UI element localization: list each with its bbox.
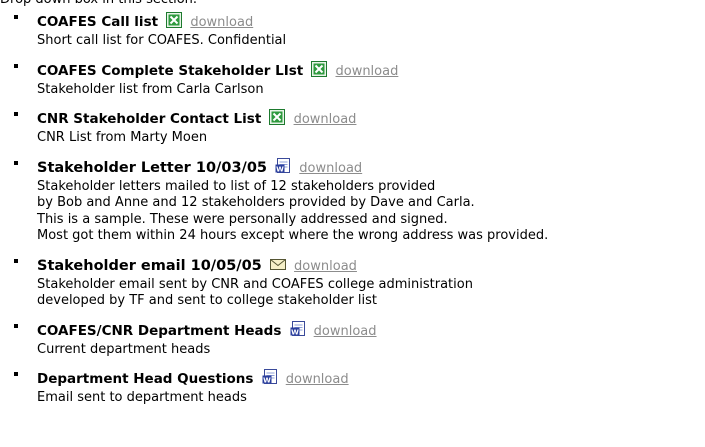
list-item: Stakeholder email 10/05/05 download Stak… (0, 256, 705, 310)
download-link[interactable]: download (286, 372, 349, 387)
list-item: Department Head Questions W download Ema… (0, 369, 705, 407)
file-description: developed by TF and sent to college stak… (37, 293, 378, 308)
file-title: Stakeholder email 10/05/05 (37, 257, 262, 274)
download-link[interactable]: download (335, 64, 398, 79)
list-item: CNR Stakeholder Contact List download CN… (0, 109, 705, 147)
file-description: by Bob and Anne and 12 stakeholders prov… (37, 195, 475, 210)
bullet-icon (14, 372, 18, 376)
file-title: COAFES Call list (37, 14, 159, 30)
svg-text:W: W (263, 377, 271, 385)
file-description: Most got them within 24 hours except whe… (37, 228, 549, 243)
bullet-icon (14, 112, 18, 116)
excel-icon[interactable] (166, 12, 183, 28)
file-title: COAFES/CNR Department Heads (37, 322, 282, 339)
intro-text: Drop down box in this section. (0, 0, 197, 8)
file-description: CNR List from Marty Moen (37, 130, 208, 145)
file-description: Stakeholder list from Carla Carlson (37, 81, 264, 97)
bullet-icon (14, 323, 18, 328)
file-description: Email sent to department heads (37, 390, 247, 405)
email-icon[interactable] (269, 256, 286, 272)
download-link[interactable]: download (294, 112, 357, 127)
download-link[interactable]: download (299, 161, 362, 176)
excel-icon[interactable] (269, 109, 286, 125)
list-item: Stakeholder Letter 10/03/05 W download S… (0, 157, 705, 245)
file-description: Short call list for COAFES. Confidential (37, 33, 287, 48)
file-description: Stakeholder email sent by CNR and COAFES… (37, 276, 473, 292)
download-link[interactable]: download (294, 259, 357, 274)
file-description: Current department heads (37, 341, 211, 357)
bullet-icon (14, 63, 18, 68)
bullet-icon (14, 258, 18, 263)
list-item: COAFES Call list download Short call lis… (0, 12, 705, 50)
file-description: Stakeholder letters mailed to list of 12… (37, 178, 436, 194)
file-description: This is a sample. These were personally … (37, 211, 448, 227)
file-title: CNR Stakeholder Contact List (37, 111, 262, 127)
svg-text:W: W (291, 328, 299, 336)
excel-icon[interactable] (311, 60, 328, 77)
file-title: Stakeholder Letter 10/03/05 (37, 159, 268, 176)
list-item: COAFES/CNR Department Heads W download C… (0, 320, 705, 359)
file-title: COAFES Complete Stakeholder LIst (37, 62, 304, 79)
file-title: Department Head Questions (37, 371, 254, 387)
word-icon[interactable]: W (262, 369, 278, 385)
list-item: COAFES Complete Stakeholder LIst downloa… (0, 60, 705, 99)
download-link[interactable]: download (190, 15, 253, 30)
file-list: COAFES Call list download Short call lis… (0, 12, 705, 418)
bullet-icon (14, 15, 18, 19)
bullet-icon (14, 160, 18, 165)
word-icon[interactable]: W (275, 157, 291, 174)
download-link[interactable]: download (314, 324, 377, 339)
svg-text:W: W (276, 165, 284, 173)
word-icon[interactable]: W (290, 320, 306, 337)
